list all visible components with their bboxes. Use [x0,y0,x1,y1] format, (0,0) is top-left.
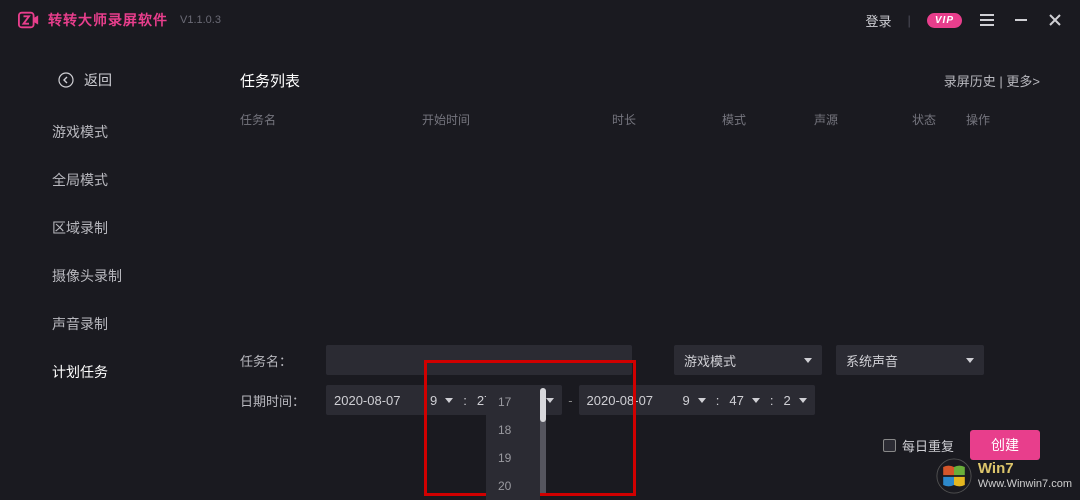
brand: 转转大师录屏软件 V1.1.0.3 [18,9,221,31]
daily-repeat-label: 每日重复 [902,436,954,455]
scrollbar-thumb[interactable] [540,388,546,422]
sidebar-item-fullscreen-mode[interactable]: 全局模式 [0,156,180,204]
login-link[interactable]: 登录 [865,11,891,30]
col-action: 操作 [966,111,1016,128]
chevron-down-icon [799,398,807,403]
col-name: 任务名 [240,111,422,128]
chevron-down-icon [752,398,760,403]
col-source: 声源 [814,111,912,128]
sidebar: 返回 游戏模式 全局模式 区域录制 摄像头录制 声音录制 计划任务 [0,40,180,500]
sidebar-item-game-mode[interactable]: 游戏模式 [0,108,180,156]
start-hour-select[interactable]: 9 [422,393,461,408]
close-icon[interactable] [1046,11,1064,29]
mode-select[interactable]: 游戏模式 [674,345,822,375]
main-panel: 任务列表 录屏历史 | 更多> 任务名 开始时间 时长 模式 声源 状态 操作 … [180,40,1080,500]
menu-icon[interactable] [978,11,996,29]
sidebar-item-region-record[interactable]: 区域录制 [0,204,180,252]
datetime-label: 日期时间： [240,391,312,410]
dropdown-scrollbar[interactable] [540,388,546,496]
sidebar-item-audio-record[interactable]: 声音录制 [0,300,180,348]
back-button[interactable]: 返回 [0,64,180,108]
chevron-down-icon [698,398,706,403]
create-task-panel: 任务名： 游戏模式 系统声音 日期时间： 2020-08-07 [240,340,1040,460]
col-duration: 时长 [612,111,722,128]
minute-option[interactable]: 17 [486,388,540,416]
end-second-select[interactable]: 2 [775,393,814,408]
col-mode: 模式 [722,111,814,128]
minute-dropdown[interactable]: 17 18 19 20 [486,388,540,500]
end-hour-select[interactable]: 9 [675,393,714,408]
vip-badge[interactable]: VIP [927,13,962,28]
title-bar: 转转大师录屏软件 V1.1.0.3 登录 | VIP [0,0,1080,40]
app-name: 转转大师录屏软件 [48,10,168,30]
task-name-label: 任务名： [240,351,312,370]
task-name-input[interactable] [326,345,632,375]
more-link[interactable]: 更多> [1006,74,1040,89]
range-dash: - [562,393,578,408]
history-links: 录屏历史 | 更多> [944,71,1040,90]
chevron-down-icon [445,398,453,403]
source-select[interactable]: 系统声音 [836,345,984,375]
col-start: 开始时间 [422,111,612,128]
start-date-select[interactable]: 2020-08-07 [326,393,422,408]
app-version: V1.1.0.3 [180,14,221,26]
col-status: 状态 [912,111,966,128]
create-button[interactable]: 创建 [970,430,1040,460]
end-date-select[interactable]: 2020-08-07 [579,393,675,408]
minimize-icon[interactable] [1012,11,1030,29]
sidebar-item-scheduled-task[interactable]: 计划任务 [0,348,180,396]
task-list-title: 任务列表 [240,70,300,91]
back-label: 返回 [84,70,112,90]
mode-selected: 游戏模式 [684,351,736,370]
source-selected: 系统声音 [846,351,898,370]
end-minute-select[interactable]: 47 [721,393,767,408]
minute-option[interactable]: 18 [486,416,540,444]
sidebar-item-camera-record[interactable]: 摄像头录制 [0,252,180,300]
chevron-down-icon [804,358,812,363]
daily-repeat-checkbox[interactable]: 每日重复 [883,436,954,455]
chevron-down-icon [546,398,554,403]
history-link[interactable]: 录屏历史 [944,74,996,89]
column-headers: 任务名 开始时间 时长 模式 声源 状态 操作 [240,105,1040,138]
back-arrow-icon [58,72,74,88]
checkbox-icon [883,439,896,452]
minute-option[interactable]: 20 [486,472,540,500]
separator: | [907,13,910,28]
end-datetime: 2020-08-07 9 : 47 : 2 [579,385,815,415]
chevron-down-icon [966,358,974,363]
window-controls: 登录 | VIP [865,11,1064,30]
minute-option[interactable]: 19 [486,444,540,472]
app-logo-icon [18,9,40,31]
